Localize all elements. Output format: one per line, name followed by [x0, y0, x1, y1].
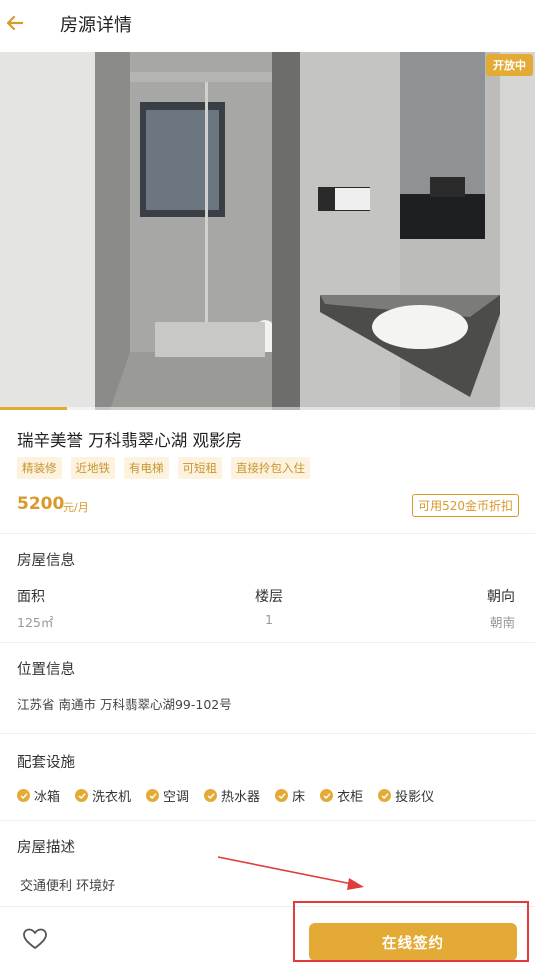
floor-label: 楼层 [255, 589, 283, 605]
annotation-highlight-box [293, 901, 529, 962]
price-row: 5200 元/月 可用520金币折扣 [17, 494, 519, 518]
price-unit: 元/月 [63, 501, 89, 514]
status-badge: 开放中 [486, 54, 533, 76]
description-title: 房屋描述 [17, 840, 75, 856]
facility-item: 衣柜 [320, 786, 363, 805]
divider [0, 642, 535, 643]
check-icon [17, 789, 30, 802]
address-text: 江苏省 南通市 万科翡翠心湖99-102号 [17, 697, 232, 712]
back-button[interactable] [0, 8, 28, 38]
bathroom-photo [0, 52, 535, 410]
price-value: 5200 [17, 494, 65, 514]
carousel-progress [0, 407, 535, 410]
facility-item: 空调 [146, 786, 189, 805]
divider [0, 733, 535, 734]
tag: 有电梯 [124, 457, 169, 479]
area-value: 125㎡ [17, 615, 54, 630]
orientation-label: 朝向 [487, 589, 515, 605]
area-info: 面积 125㎡ [17, 586, 53, 631]
facility-item: 热水器 [204, 786, 260, 805]
page-title: 房源详情 [60, 15, 132, 36]
facility-label: 洗衣机 [92, 790, 132, 805]
listing-photo[interactable]: 开放中 [0, 52, 535, 410]
carousel-progress-fill [0, 407, 67, 410]
divider [0, 533, 535, 534]
top-bar: 房源详情 [0, 0, 535, 48]
facility-label: 床 [292, 790, 306, 805]
location-title: 位置信息 [17, 662, 75, 678]
facility-label: 热水器 [221, 790, 261, 805]
area-label: 面积 [17, 589, 45, 605]
heart-icon [23, 928, 47, 949]
floor-value: 1 [265, 612, 273, 627]
facility-item: 洗衣机 [75, 786, 131, 805]
favorite-button[interactable] [22, 927, 48, 951]
check-icon [204, 789, 218, 802]
facility-label: 冰箱 [34, 790, 61, 805]
tag: 精装修 [17, 457, 62, 479]
facility-label: 投影仪 [395, 790, 435, 805]
tag: 可短租 [177, 457, 222, 479]
coupon-badge[interactable]: 可用520金币折扣 [412, 494, 519, 517]
description-text: 交通便利 环境好 [20, 879, 116, 894]
check-icon [378, 789, 392, 802]
house-info-title: 房屋信息 [17, 553, 75, 569]
facility-label: 衣柜 [337, 790, 364, 805]
check-icon [75, 789, 89, 802]
listing-title: 瑞辛美誉 万科翡翠心湖 观影房 [17, 431, 242, 450]
facility-list: 冰箱 洗衣机 空调 热水器 床 衣柜 投影仪 [17, 786, 449, 805]
house-info-grid: 面积 125㎡ 楼层 1 朝向 朝南 [17, 586, 515, 630]
check-icon [146, 789, 160, 802]
facility-item: 冰箱 [17, 786, 60, 805]
tag: 近地铁 [70, 457, 115, 479]
facilities-title: 配套设施 [17, 755, 75, 771]
tag: 直接拎包入住 [231, 457, 310, 479]
tag-list: 精装修 近地铁 有电梯 可短租 直接拎包入住 [17, 457, 310, 479]
facility-item: 床 [275, 786, 305, 805]
floor-info: 楼层 1 [255, 586, 283, 627]
divider [0, 820, 535, 821]
check-icon [320, 789, 334, 802]
facility-label: 空调 [163, 790, 190, 805]
arrow-left-icon [6, 15, 23, 31]
orientation-value: 朝南 [489, 615, 515, 630]
check-icon [275, 789, 289, 802]
orientation-info: 朝向 朝南 [487, 586, 515, 631]
facility-item: 投影仪 [378, 786, 434, 805]
